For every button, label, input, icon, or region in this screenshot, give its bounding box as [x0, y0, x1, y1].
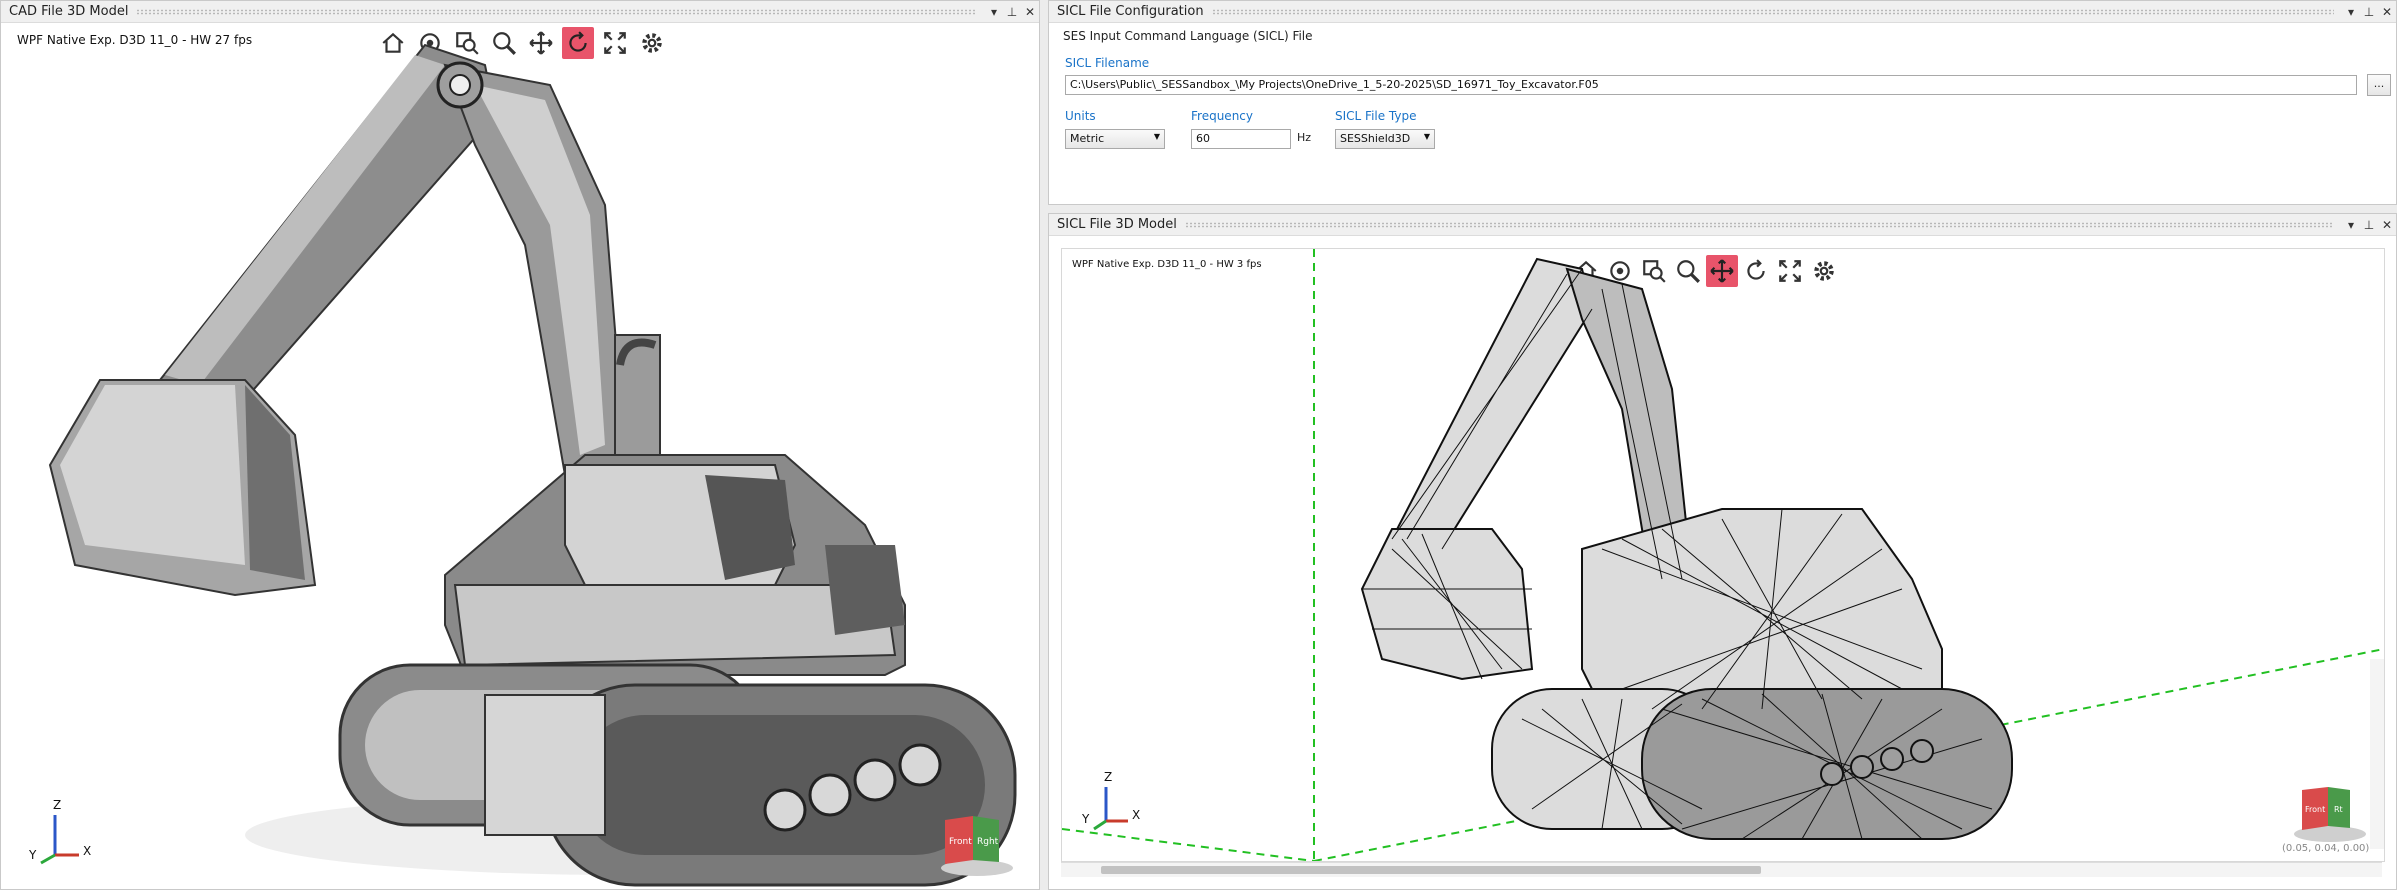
dropdown-icon[interactable]: ▾	[2342, 5, 2360, 19]
filename-field[interactable]: C:\Users\Public\_SESSandbox_\My Projects…	[1065, 75, 2357, 95]
close-icon[interactable]: ✕	[1021, 5, 1039, 19]
frequency-unit: Hz	[1297, 131, 1312, 144]
frequency-field[interactable]: 60	[1191, 129, 1291, 149]
horizontal-scrollbar[interactable]	[1061, 862, 2382, 877]
filetype-select[interactable]: SESShield3D ▼	[1335, 129, 1435, 149]
units-label: Units	[1065, 109, 1096, 123]
cube-front-label: Front	[2305, 805, 2325, 814]
dropdown-icon[interactable]: ▾	[2342, 218, 2360, 232]
cad-model-titlebar: CAD File 3D Model ▾ ⊥ ✕	[1, 1, 1039, 23]
close-icon[interactable]: ✕	[2378, 218, 2396, 232]
cube-right-label: Rt	[2334, 805, 2343, 814]
cad-viewport[interactable]: WPF Native Exp. D3D 11_0 - HW 27 fps Z X…	[5, 25, 1035, 887]
view-cube[interactable]: Front Rght	[935, 810, 1015, 880]
panel-title: SICL File 3D Model	[1057, 217, 1177, 232]
frequency-label: Frequency	[1191, 109, 1253, 123]
close-icon[interactable]: ✕	[2378, 5, 2396, 19]
axis-triad: Z X Y	[28, 798, 91, 865]
chevron-down-icon: ▼	[1153, 132, 1160, 141]
pin-icon[interactable]: ⊥	[2360, 218, 2378, 232]
pin-icon[interactable]: ⊥	[1003, 5, 1021, 19]
vertical-scrollbar[interactable]	[2370, 659, 2384, 849]
excavator-model[interactable]	[5, 25, 1035, 887]
axis-z-label: Z	[53, 798, 61, 812]
sicl-viewport[interactable]: WPF Native Exp. D3D 11_0 - HW 3 fps Z X …	[1061, 248, 2385, 862]
dropdown-icon[interactable]: ▾	[985, 5, 1003, 19]
sicl-config-panel: SICL File Configuration ▾ ⊥ ✕ SES Input …	[1048, 0, 2397, 205]
axis-y-label: Y	[1081, 812, 1090, 826]
pin-icon[interactable]: ⊥	[2360, 5, 2378, 19]
sicl-model-titlebar: SICL File 3D Model ▾ ⊥ ✕	[1049, 214, 2396, 236]
panel-title: CAD File 3D Model	[9, 4, 129, 19]
group-header: SES Input Command Language (SICL) File	[1063, 29, 1313, 43]
axis-triad: Z X Y	[1081, 770, 1140, 831]
filetype-value: SESShield3D	[1340, 132, 1411, 145]
cube-front-label: Front	[949, 837, 972, 847]
config-titlebar: SICL File Configuration ▾ ⊥ ✕	[1049, 1, 2396, 23]
axis-x-label: X	[1132, 808, 1140, 822]
cursor-coords: (0.05, 0.04, 0.00)	[2282, 843, 2370, 854]
panel-title: SICL File Configuration	[1057, 4, 1204, 19]
drag-grip[interactable]	[136, 8, 977, 15]
cad-model-panel: CAD File 3D Model ▾ ⊥ ✕ WPF Native Exp. …	[0, 0, 1040, 890]
units-value: Metric	[1070, 132, 1105, 145]
browse-button[interactable]: ...	[2367, 74, 2391, 96]
filetype-label: SICL File Type	[1335, 109, 1417, 123]
view-cube[interactable]: Front Rt	[2290, 784, 2370, 846]
axis-x-label: X	[83, 844, 91, 858]
axis-z-label: Z	[1104, 770, 1112, 784]
axis-y-label: Y	[28, 848, 37, 862]
wireframe-model[interactable]	[1062, 249, 2384, 861]
drag-grip[interactable]	[1184, 221, 2334, 228]
cube-right-label: Rght	[977, 837, 999, 847]
units-select[interactable]: Metric ▼	[1065, 129, 1165, 149]
chevron-down-icon: ▼	[1423, 132, 1430, 141]
drag-grip[interactable]	[1211, 8, 2334, 15]
sicl-model-panel: SICL File 3D Model ▾ ⊥ ✕ WPF Native Exp.…	[1048, 213, 2397, 890]
scrollbar-thumb[interactable]	[1101, 866, 1761, 874]
filename-label: SICL Filename	[1065, 56, 1150, 70]
